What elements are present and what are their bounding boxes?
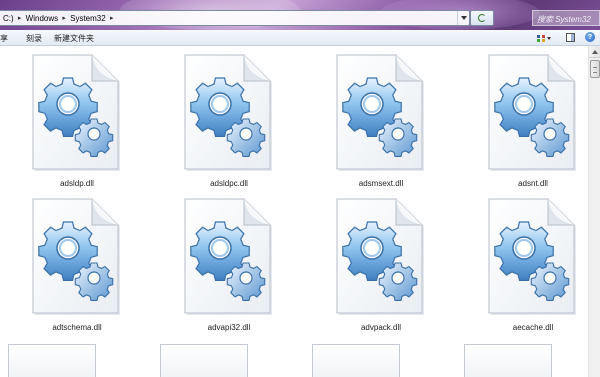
file-name: aecache.dll [512,323,554,332]
file-name: advapi32.dll [207,323,251,332]
file-name: adtschema.dll [52,323,102,332]
preview-pane-icon[interactable] [566,33,575,42]
dll-gear-icon [184,198,274,316]
file-item-partial[interactable] [464,344,552,377]
file-name: adsmsext.dll [358,179,404,188]
help-icon[interactable]: ? [585,32,595,42]
dll-gear-icon [488,54,578,172]
dll-gear-icon [32,198,122,316]
file-name: advpack.dll [360,323,402,332]
view-grid-icon [537,34,545,42]
file-list: adsldp.dll adsldpc.dll adsmsext.dll adsnt.d… [0,46,588,377]
file-name: adsldpc.dll [210,179,248,188]
chevron-down-icon [547,36,551,40]
file-name: adsnt.dll [518,179,548,188]
breadcrumb-drive[interactable]: C:) [0,14,17,23]
breadcrumb-system32[interactable]: System32 [67,14,109,23]
scroll-up-icon[interactable] [589,46,600,58]
scroll-thumb[interactable] [590,60,600,78]
command-toolbar: 享 刻录 新建文件夹 ? [0,30,600,46]
burn-button[interactable]: 刻录 [26,33,42,44]
dll-gear-icon [32,54,122,172]
file-item-partial[interactable] [312,344,400,377]
vertical-scrollbar[interactable] [588,46,600,377]
change-view-button[interactable] [537,33,555,43]
file-item-partial[interactable] [160,344,248,377]
file-name: adsldp.dll [60,179,94,188]
file-item-partial[interactable] [8,344,96,377]
refresh-button[interactable] [470,10,494,26]
new-folder-button[interactable]: 新建文件夹 [54,33,94,44]
dll-gear-icon [184,54,274,172]
breadcrumb-windows[interactable]: Windows [23,14,61,23]
dll-gear-icon [488,198,578,316]
breadcrumb-separator-icon[interactable]: ▸ [109,14,115,22]
address-history-dropdown-icon[interactable] [457,11,469,25]
dll-gear-icon [336,54,426,172]
search-input[interactable]: 搜索 System32 [532,10,600,26]
refresh-icon [478,14,486,22]
address-bar[interactable]: C:) ▸ Windows ▸ System32 ▸ [0,10,470,26]
share-button[interactable]: 享 [0,33,8,44]
dll-gear-icon [336,198,426,316]
